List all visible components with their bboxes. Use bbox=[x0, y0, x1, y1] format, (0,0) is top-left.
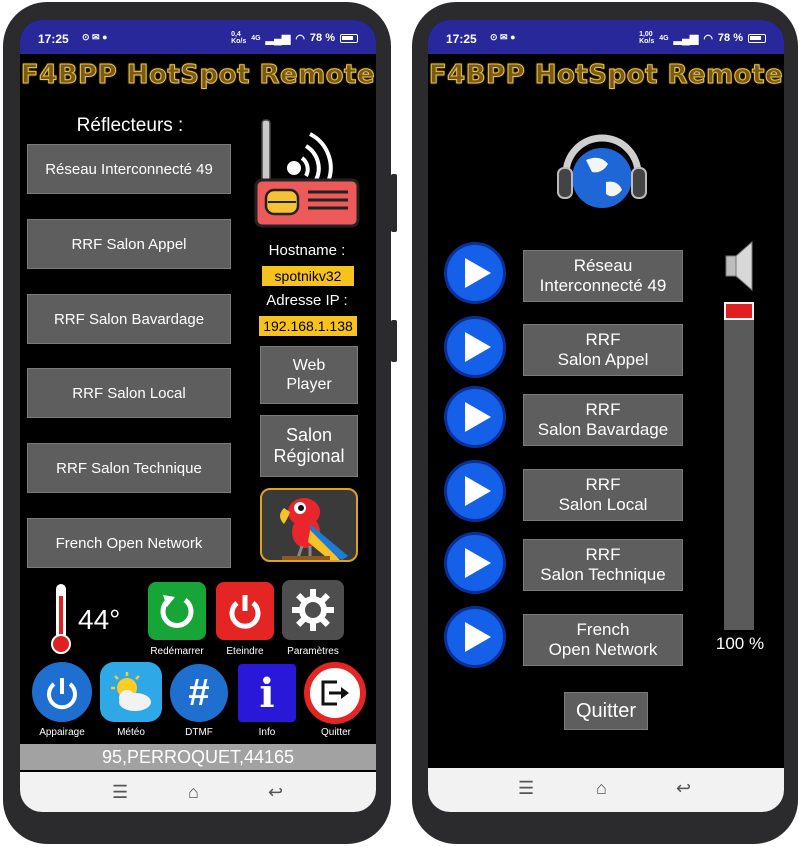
station-button-salon-technique[interactable]: RRF Salon Technique bbox=[523, 539, 683, 591]
reflectors-heading: Réflecteurs : bbox=[76, 115, 184, 136]
signal-icon: ▂▄▆ bbox=[265, 32, 291, 45]
pairing-caption: Appairage bbox=[39, 727, 85, 738]
reflector-button-french-open-network[interactable]: French Open Network bbox=[27, 518, 231, 568]
pairing-icon bbox=[47, 678, 77, 710]
play-icon bbox=[465, 622, 491, 652]
net-type: 4G bbox=[251, 34, 261, 42]
net-speed-right: 1,00 Ko/s bbox=[639, 31, 655, 45]
play-icon bbox=[465, 332, 491, 362]
phone-right: 17:25 ⊙ ✉ ● 1,00 Ko/s 4G ▂▄▆ ◠ 78 % F4BP… bbox=[412, 2, 798, 844]
pairing-button[interactable] bbox=[32, 662, 92, 722]
play-icon bbox=[465, 548, 491, 578]
android-nav-bar: ☰ ⌂ ↩ bbox=[20, 772, 376, 812]
station-button-salon-local[interactable]: RRF Salon Local bbox=[523, 469, 683, 521]
play-button-french-open-network[interactable] bbox=[444, 606, 506, 668]
wifi-icon: ◠ bbox=[295, 32, 305, 45]
ip-label: Adresse IP : bbox=[266, 292, 348, 309]
volume-slider[interactable] bbox=[724, 302, 754, 630]
volume-percent: 100 % bbox=[715, 634, 765, 653]
station-button-salon-bavardage[interactable]: RRF Salon Bavardage bbox=[523, 394, 683, 446]
home-icon[interactable]: ⌂ bbox=[188, 782, 199, 803]
thermometer-icon bbox=[51, 584, 71, 654]
status-time: 17:25 bbox=[38, 32, 69, 46]
play-icon bbox=[465, 402, 491, 432]
net-type-right: 4G bbox=[659, 34, 669, 42]
dtmf-button[interactable]: # bbox=[170, 664, 228, 722]
reflector-button-salon-appel[interactable]: RRF Salon Appel bbox=[27, 219, 231, 269]
status-right: 0,4 Ko/s 4G ▂▄▆ ◠ 78 % bbox=[231, 31, 358, 45]
recents-icon-right[interactable]: ☰ bbox=[518, 778, 534, 799]
reflector-button-salon-local[interactable]: RRF Salon Local bbox=[27, 368, 231, 418]
side-button-power bbox=[391, 320, 397, 362]
quit-button[interactable]: Quitter bbox=[564, 692, 648, 730]
status-bar-right: 17:25 ⊙ ✉ ● 1,00 Ko/s 4G ▂▄▆ ◠ 78 % bbox=[428, 20, 784, 54]
app-title-right: F4BPP HotSpot Remote bbox=[428, 60, 784, 91]
signal-icon-right: ▂▄▆ bbox=[673, 32, 699, 45]
phone-left: 17:25 ⊙ ✉ ● 0,4 Ko/s 4G ▂▄▆ ◠ 78 % F4BPP… bbox=[3, 2, 397, 844]
ip-value: 192.168.1.138 bbox=[259, 316, 357, 336]
weather-button[interactable] bbox=[100, 662, 162, 722]
speaker-icon bbox=[725, 240, 753, 292]
play-icon bbox=[465, 258, 491, 288]
quit-caption: Quitter bbox=[320, 727, 351, 738]
app-title: F4BPP HotSpot Remote bbox=[20, 60, 376, 91]
station-button-salon-appel[interactable]: RRF Salon Appel bbox=[523, 324, 683, 376]
hash-icon: # bbox=[188, 671, 210, 714]
home-icon-right[interactable]: ⌂ bbox=[596, 778, 607, 799]
gear-icon bbox=[292, 589, 334, 631]
info-caption: Info bbox=[258, 727, 276, 738]
hostname-value: spotnikv32 bbox=[262, 266, 354, 286]
back-icon[interactable]: ↩ bbox=[268, 782, 283, 803]
station-button-french-open-network[interactable]: French Open Network bbox=[523, 614, 683, 666]
reflector-button-salon-technique[interactable]: RRF Salon Technique bbox=[27, 443, 231, 493]
salon-regional-button[interactable]: Salon Régional bbox=[260, 415, 358, 477]
recents-icon[interactable]: ☰ bbox=[112, 782, 128, 803]
net-speed: 0,4 Ko/s bbox=[231, 31, 247, 45]
screen-left: 17:25 ⊙ ✉ ● 0,4 Ko/s 4G ▂▄▆ ◠ 78 % F4BPP… bbox=[20, 20, 376, 812]
volume-slider-thumb[interactable] bbox=[724, 302, 754, 320]
web-player-button[interactable]: Web Player bbox=[260, 346, 358, 404]
reflector-button-salon-bavardage[interactable]: RRF Salon Bavardage bbox=[27, 294, 231, 344]
wifi-icon-right: ◠ bbox=[703, 32, 713, 45]
station-button-ri49[interactable]: Réseau Interconnecté 49 bbox=[523, 250, 683, 302]
globe-headphones-icon bbox=[557, 134, 647, 208]
hotspot-radio-icon bbox=[254, 119, 360, 228]
settings-button[interactable] bbox=[282, 580, 344, 640]
quit-app-button[interactable] bbox=[304, 662, 366, 724]
play-button-salon-bavardage[interactable] bbox=[444, 386, 506, 448]
play-button-salon-local[interactable] bbox=[444, 460, 506, 522]
parrot-button[interactable] bbox=[260, 488, 358, 562]
exit-icon bbox=[321, 680, 349, 706]
notification-icons-right: ⊙ ✉ ● bbox=[490, 32, 516, 42]
battery-percent: 78 % bbox=[309, 32, 335, 44]
android-nav-bar-right: ☰ ⌂ ↩ bbox=[428, 768, 784, 812]
power-icon bbox=[229, 595, 261, 629]
settings-caption: Paramètres bbox=[287, 646, 339, 657]
battery-icon-right bbox=[748, 33, 766, 43]
side-button-volume bbox=[391, 174, 397, 232]
reflector-button-ri49[interactable]: Réseau Interconnecté 49 bbox=[27, 144, 231, 194]
hostname-label: Hostname : bbox=[268, 242, 346, 259]
play-button-salon-technique[interactable] bbox=[444, 532, 506, 594]
screen-right: 17:25 ⊙ ✉ ● 1,00 Ko/s 4G ▂▄▆ ◠ 78 % F4BP… bbox=[428, 20, 784, 812]
temperature-value: 44° bbox=[78, 604, 121, 635]
battery-percent-right: 78 % bbox=[717, 32, 743, 44]
status-right-right: 1,00 Ko/s 4G ▂▄▆ ◠ 78 % bbox=[639, 31, 766, 45]
status-bar: 17:25 ⊙ ✉ ● 0,4 Ko/s 4G ▂▄▆ ◠ 78 % bbox=[20, 20, 376, 54]
play-button-salon-appel[interactable] bbox=[444, 316, 506, 378]
parrot-icon bbox=[280, 498, 348, 560]
info-button[interactable]: i bbox=[238, 664, 296, 722]
shutdown-button[interactable] bbox=[216, 582, 274, 640]
notification-icons: ⊙ ✉ ● bbox=[82, 32, 108, 42]
play-button-ri49[interactable] bbox=[444, 242, 506, 304]
restart-button[interactable] bbox=[148, 582, 206, 640]
weather-icon bbox=[111, 672, 151, 711]
battery-icon bbox=[340, 33, 358, 43]
status-time-right: 17:25 bbox=[446, 32, 477, 46]
restart-icon bbox=[160, 595, 194, 628]
footer-status: 95,PERROQUET,44165 bbox=[20, 744, 376, 770]
back-icon-right[interactable]: ↩ bbox=[676, 778, 691, 799]
play-icon bbox=[465, 476, 491, 506]
info-icon: i bbox=[259, 669, 275, 717]
